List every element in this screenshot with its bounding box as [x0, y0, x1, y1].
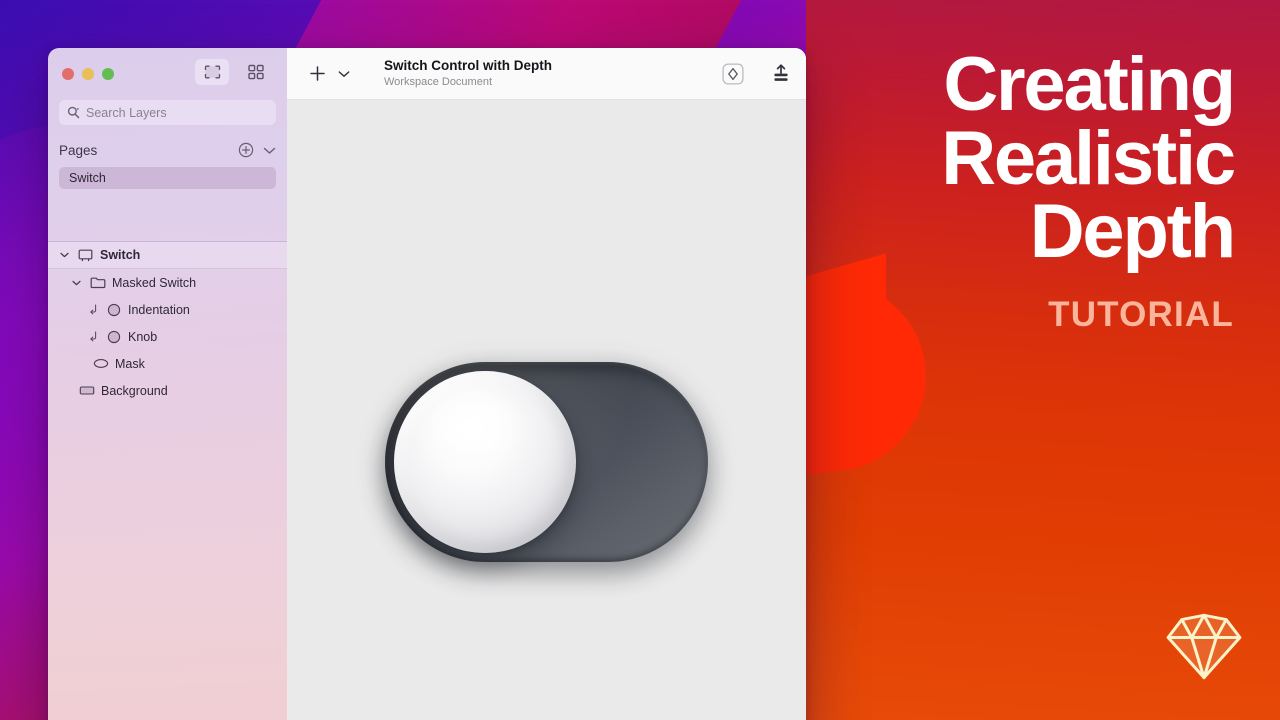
search-placeholder: Search Layers — [86, 105, 167, 120]
screenshot-root: Creating Realistic Depth TUTORIAL Search… — [0, 0, 1280, 720]
chevron-down-icon[interactable] — [263, 146, 276, 155]
layer-row-knob[interactable]: Knob — [48, 323, 287, 350]
page-item-switch[interactable]: Switch — [59, 167, 276, 189]
components-diamond-icon[interactable] — [722, 62, 744, 85]
document-title: Switch Control with Depth — [384, 58, 552, 74]
search-container: Search Layers — [48, 100, 287, 125]
mask-applied-icon — [88, 304, 99, 315]
sketch-diamond-logo — [1166, 613, 1242, 680]
layer-label: Switch — [100, 248, 141, 262]
document-subtitle: Workspace Document — [384, 75, 493, 88]
layer-label: Masked Switch — [112, 275, 197, 290]
toolbar-right-actions — [722, 62, 792, 85]
grid-view-button[interactable] — [239, 59, 273, 85]
view-toggle-group — [195, 59, 273, 85]
sidebar: Search Layers Pages Switch Switch Masked… — [48, 48, 287, 720]
document-area: Switch Control with Depth Workspace Docu… — [287, 48, 806, 720]
rectangle-icon — [78, 385, 95, 396]
layer-label: Knob — [128, 329, 158, 344]
pages-header: Pages — [48, 133, 287, 167]
window-titlebar — [48, 48, 287, 100]
promo-title: Creating Realistic Depth — [884, 42, 1237, 275]
zoom-button[interactable] — [102, 68, 114, 80]
chevron-down-icon[interactable] — [58, 252, 71, 258]
document-toolbar: Switch Control with Depth Workspace Docu… — [287, 48, 806, 100]
canvas-view-icon — [204, 65, 220, 79]
circle-icon — [105, 303, 122, 317]
canvas[interactable] — [287, 100, 806, 720]
pages-actions — [238, 142, 276, 158]
minimize-button[interactable] — [82, 68, 94, 80]
search-input[interactable]: Search Layers — [59, 100, 276, 125]
layer-row-mask[interactable]: Mask — [48, 350, 287, 377]
promo-panel: Creating Realistic Depth TUTORIAL — [806, 0, 1280, 720]
pages-title: Pages — [59, 142, 98, 158]
layer-row-masked-switch[interactable]: Masked Switch — [48, 269, 287, 296]
promo-title-line-3: Depth — [1029, 189, 1237, 275]
plus-icon[interactable] — [309, 65, 326, 82]
close-button[interactable] — [62, 68, 74, 80]
circle-icon — [105, 330, 122, 344]
canvas-view-button[interactable] — [195, 59, 229, 85]
promo-title-line-2: Realistic — [941, 115, 1236, 201]
chevron-down-icon[interactable] — [70, 280, 83, 286]
promo-title-line-1: Creating — [943, 42, 1236, 127]
export-upload-icon[interactable] — [770, 63, 792, 85]
search-icon — [67, 106, 80, 119]
grid-view-icon — [248, 64, 264, 80]
switch-knob[interactable] — [394, 371, 576, 553]
traffic-lights — [62, 68, 114, 80]
layer-row-switch[interactable]: Switch — [48, 242, 287, 269]
layer-label: Indentation — [128, 302, 190, 317]
plus-circle-icon[interactable] — [238, 142, 254, 158]
switch-knob-highlight — [424, 391, 528, 465]
layer-label: Mask — [115, 356, 145, 371]
document-title-block: Switch Control with Depth Workspace Docu… — [384, 58, 552, 89]
chevron-down-icon[interactable] — [338, 70, 350, 78]
page-item-label: Switch — [69, 171, 106, 185]
oval-icon — [92, 358, 109, 369]
layer-row-indentation[interactable]: Indentation — [48, 296, 287, 323]
mask-applied-icon — [88, 331, 99, 342]
layer-label: Background — [101, 383, 168, 398]
pages-spacer — [48, 189, 287, 241]
layer-row-background[interactable]: Background — [48, 377, 287, 404]
app-window: Search Layers Pages Switch Switch Masked… — [48, 48, 806, 720]
promo-subtitle: TUTORIAL — [1048, 295, 1234, 335]
toggle-switch-artwork[interactable] — [385, 362, 708, 568]
artboard-icon — [77, 249, 94, 262]
insert-controls — [309, 65, 350, 82]
folder-icon — [89, 276, 106, 289]
